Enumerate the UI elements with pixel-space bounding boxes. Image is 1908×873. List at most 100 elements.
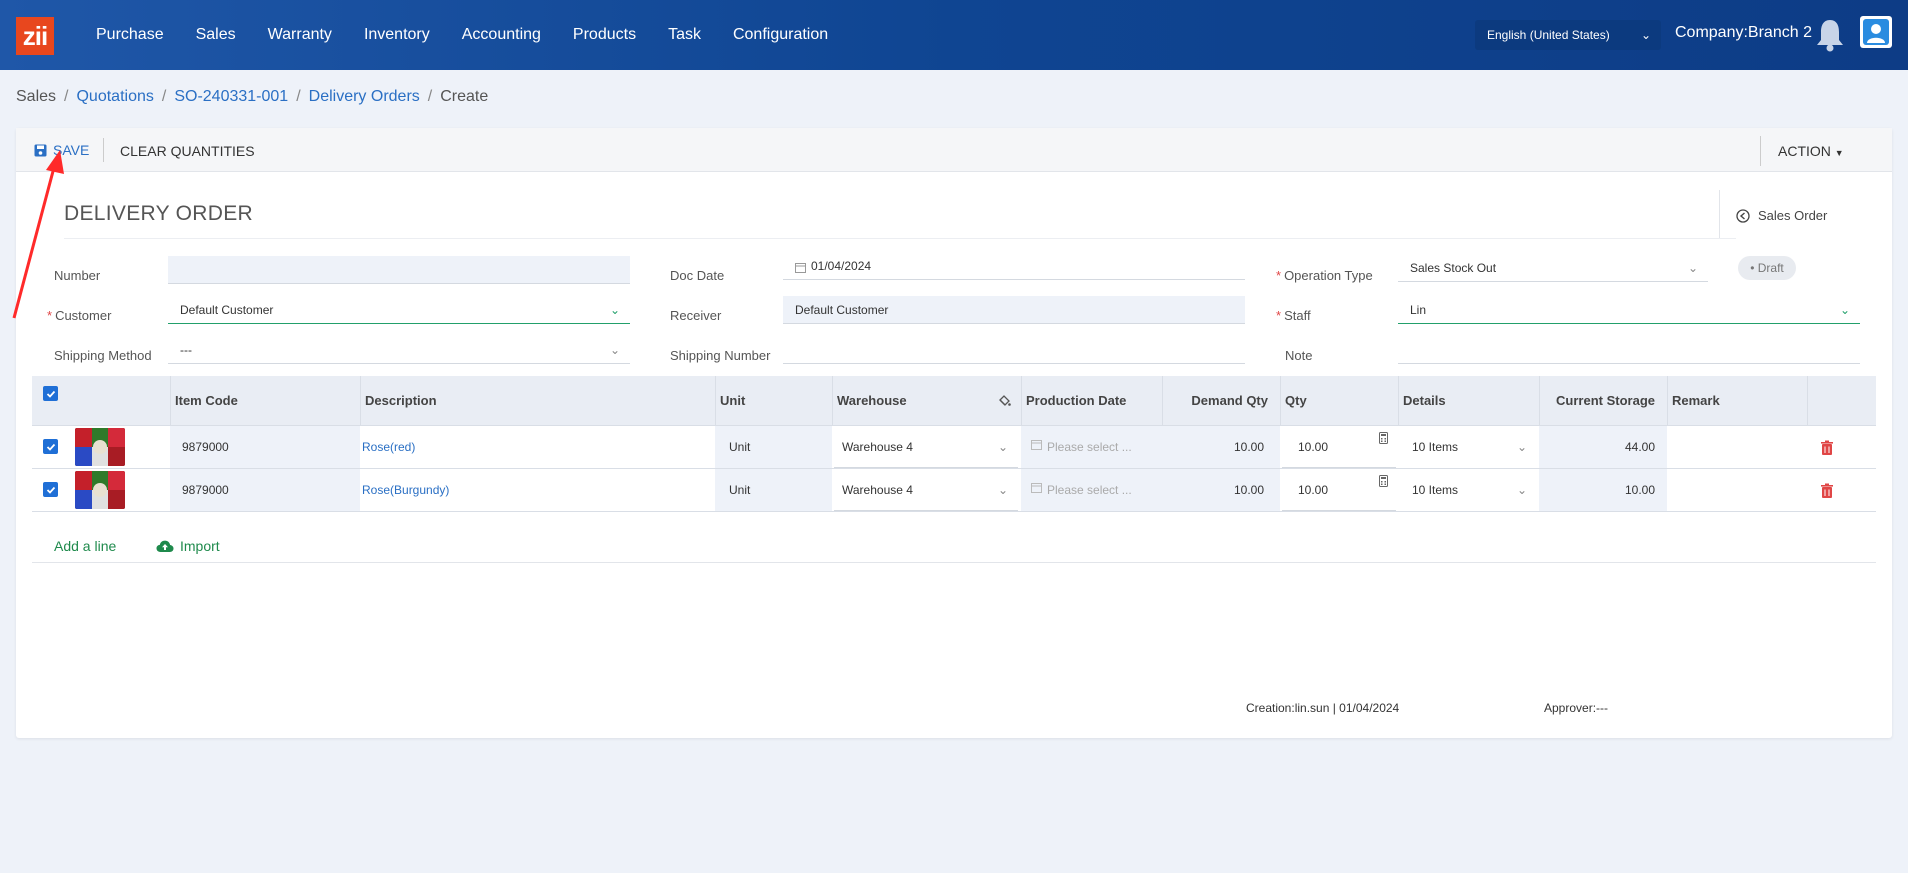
action-dropdown-button[interactable]: ACTION ▼	[1778, 143, 1844, 159]
qty-input[interactable]: 10.00	[1282, 469, 1396, 511]
details-select[interactable]: 10 Items ⌄	[1400, 469, 1537, 511]
details-value: 10 Items	[1412, 440, 1459, 454]
row-checkbox[interactable]	[43, 439, 58, 454]
nav-inventory[interactable]: Inventory	[356, 26, 438, 44]
title-divider	[64, 238, 1736, 239]
chevron-down-icon: ⌄	[1687, 261, 1698, 275]
staff-select[interactable]: Lin ⌄	[1398, 296, 1860, 324]
trash-icon[interactable]	[1820, 440, 1834, 456]
arrow-circle-left-icon	[1736, 208, 1750, 223]
qty-input[interactable]: 10.00	[1282, 426, 1396, 468]
table-header: Item Code Description Unit Warehouse Pro…	[32, 376, 1876, 426]
number-label: Number	[54, 268, 101, 283]
unit: Unit	[715, 469, 832, 511]
description: Rose(Burgundy)	[360, 469, 715, 511]
production-date-input[interactable]: Please select ...	[1021, 426, 1162, 468]
header-remark[interactable]: Remark	[1667, 376, 1807, 426]
import-button[interactable]: Import	[156, 538, 220, 554]
chevron-down-icon: ⌄	[997, 483, 1008, 497]
details-select[interactable]: 10 Items ⌄	[1400, 426, 1537, 468]
unit: Unit	[715, 426, 832, 468]
clear-quantities-button[interactable]: CLEAR QUANTITIES	[120, 143, 255, 159]
calculator-icon[interactable]	[1379, 432, 1388, 444]
chevron-down-icon: ⌄	[609, 303, 620, 317]
remark-input[interactable]	[1667, 469, 1807, 511]
header-actions	[1807, 376, 1876, 426]
import-label: Import	[180, 538, 220, 554]
customer-value: Default Customer	[180, 303, 274, 317]
header-details[interactable]: Details	[1398, 376, 1539, 426]
operation-type-select[interactable]: Sales Stock Out ⌄	[1398, 254, 1708, 282]
header-qty[interactable]: Qty	[1280, 376, 1398, 426]
receiver-input[interactable]: Default Customer	[783, 296, 1245, 324]
customer-label: * Customer	[47, 308, 111, 323]
trash-icon[interactable]	[1820, 483, 1834, 499]
header-current-storage[interactable]: Current Storage	[1539, 376, 1667, 426]
number-input[interactable]	[168, 256, 630, 284]
creation-info: Creation:lin.sun | 01/04/2024	[1246, 701, 1400, 715]
shipping-method-value: ---	[180, 343, 192, 357]
company-name[interactable]: Company:Branch 2	[1675, 24, 1812, 42]
select-all-checkbox[interactable]	[43, 386, 58, 401]
warehouse-select[interactable]: Warehouse 4 ⌄	[834, 469, 1018, 511]
doc-date-input[interactable]: 01/04/2024	[783, 252, 1245, 280]
note-input[interactable]	[1398, 336, 1860, 364]
nav-task[interactable]: Task	[660, 26, 709, 44]
bell-icon[interactable]	[1814, 17, 1846, 53]
calculator-icon[interactable]	[1379, 475, 1388, 487]
page-title: DELIVERY ORDER	[64, 202, 253, 225]
top-navbar: zii Purchase Sales Warranty Inventory Ac…	[0, 0, 1908, 70]
nav-warranty[interactable]: Warranty	[260, 26, 340, 44]
breadcrumb: Sales / Quotations / SO-240331-001 / Delivery …	[16, 88, 488, 106]
header-item-code[interactable]: Item Code	[170, 376, 360, 426]
breadcrumb-quotations[interactable]: Quotations	[76, 88, 153, 105]
header-demand-qty[interactable]: Demand Qty	[1162, 376, 1280, 426]
table-row[interactable]: 9879000 Rose(Burgundy) Unit Warehouse 4 …	[32, 469, 1876, 512]
customer-select[interactable]: Default Customer ⌄	[168, 296, 630, 324]
calendar-icon	[795, 263, 806, 273]
shipping-method-label: Shipping Method	[54, 348, 152, 363]
row-checkbox[interactable]	[43, 482, 58, 497]
header-warehouse[interactable]: Warehouse	[832, 376, 1021, 426]
sales-order-link[interactable]: Sales Order	[1736, 208, 1827, 223]
shipping-number-label: Shipping Number	[670, 348, 771, 363]
calendar-icon	[1031, 483, 1042, 493]
required-asterisk: *	[1276, 308, 1282, 323]
toolbar-divider	[103, 138, 104, 162]
header-unit[interactable]: Unit	[715, 376, 832, 426]
nav-sales[interactable]: Sales	[188, 26, 244, 44]
production-date-input[interactable]: Please select ...	[1021, 469, 1162, 511]
user-avatar[interactable]	[1860, 16, 1892, 48]
save-button[interactable]: SAVE	[34, 142, 89, 158]
product-thumbnail	[75, 428, 125, 466]
product-link[interactable]: Rose(red)	[362, 440, 415, 454]
shipping-method-select[interactable]: --- ⌄	[168, 336, 630, 364]
required-asterisk: *	[1276, 268, 1282, 283]
sales-order-label: Sales Order	[1758, 208, 1828, 223]
form-toolbar: SAVE CLEAR QUANTITIES ACTION ▼	[16, 128, 1892, 172]
header-description[interactable]: Description	[360, 376, 715, 426]
delivery-order-card: SAVE CLEAR QUANTITIES ACTION ▼ DELIVERY …	[16, 128, 1892, 738]
nav-purchase[interactable]: Purchase	[88, 26, 172, 44]
warehouse-value: Warehouse 4	[842, 483, 913, 497]
nav-products[interactable]: Products	[565, 26, 644, 44]
chevron-down-icon: ⌄	[1640, 28, 1651, 42]
nav-accounting[interactable]: Accounting	[454, 26, 549, 44]
warehouse-select[interactable]: Warehouse 4 ⌄	[834, 426, 1018, 468]
breadcrumb-delivery-orders[interactable]: Delivery Orders	[309, 88, 420, 105]
breadcrumb-separator: /	[296, 88, 301, 105]
paint-bucket-icon[interactable]	[998, 394, 1011, 407]
header-production-date[interactable]: Production Date	[1021, 376, 1162, 426]
remark-input[interactable]	[1667, 426, 1807, 468]
language-select[interactable]: English (United States) ⌄	[1475, 20, 1661, 50]
product-link[interactable]: Rose(Burgundy)	[362, 483, 449, 497]
app-logo[interactable]: zii	[16, 17, 54, 55]
table-row[interactable]: 9879000 Rose(red) Unit Warehouse 4 ⌄ Ple…	[32, 426, 1876, 469]
breadcrumb-sales-order[interactable]: SO-240331-001	[174, 88, 288, 105]
current-storage: 10.00	[1539, 469, 1667, 511]
add-line-button[interactable]: Add a line	[54, 538, 116, 554]
operation-type-label: * Operation Type	[1276, 268, 1373, 283]
toolbar-divider	[1760, 136, 1761, 166]
nav-configuration[interactable]: Configuration	[725, 26, 836, 44]
shipping-number-input[interactable]	[783, 336, 1245, 364]
